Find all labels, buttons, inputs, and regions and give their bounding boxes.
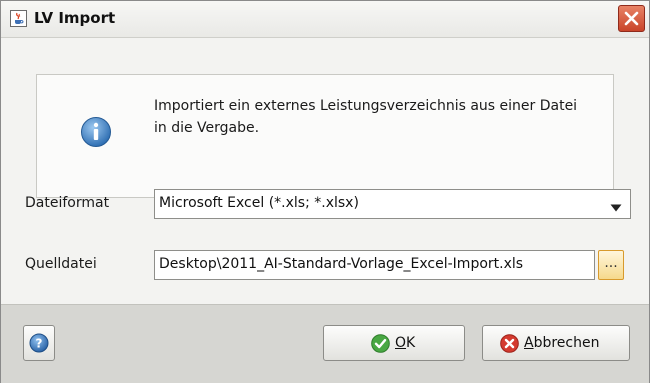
window-title: LV Import [34, 9, 116, 27]
info-panel: Importiert ein externes Leistungsverzeic… [36, 74, 614, 198]
info-icon [80, 116, 112, 152]
quelldatei-label: Quelldatei [25, 256, 97, 272]
dateiformat-select[interactable]: Microsoft Excel (*.xls; *.xlsx) [154, 189, 631, 219]
dateiformat-label: Dateiformat [25, 195, 110, 211]
dialog-content: Importiert ein externes Leistungsverzeic… [1, 38, 649, 304]
close-icon [624, 11, 639, 26]
ok-button[interactable]: OK [323, 325, 465, 361]
dateiformat-value: Microsoft Excel (*.xls; *.xlsx) [159, 195, 359, 211]
help-icon: ? [29, 333, 49, 353]
close-button[interactable] [618, 5, 645, 32]
dialog-window: LV Import Importiert ein externes Leistu… [0, 0, 650, 383]
browse-button[interactable]: ... [598, 250, 624, 280]
chevron-down-icon[interactable] [610, 201, 622, 216]
button-bar: ? OK Abbrechen [1, 304, 649, 383]
help-button[interactable]: ? [23, 325, 55, 361]
cancel-button[interactable]: Abbrechen [482, 325, 630, 361]
ok-label: OK [395, 335, 416, 351]
svg-text:?: ? [36, 337, 43, 351]
quelldatei-field[interactable]: Desktop\2011_AI-Standard-Vorlage_Excel-I… [154, 250, 595, 280]
quelldatei-value: Desktop\2011_AI-Standard-Vorlage_Excel-I… [159, 256, 524, 272]
checkmark-icon [371, 334, 390, 353]
title-bar[interactable]: LV Import [1, 1, 649, 38]
info-message: Importiert ein externes Leistungsverzeic… [154, 98, 578, 136]
cancel-label: Abbrechen [524, 335, 600, 351]
java-cup-icon [10, 10, 27, 27]
cancel-icon [500, 334, 519, 353]
